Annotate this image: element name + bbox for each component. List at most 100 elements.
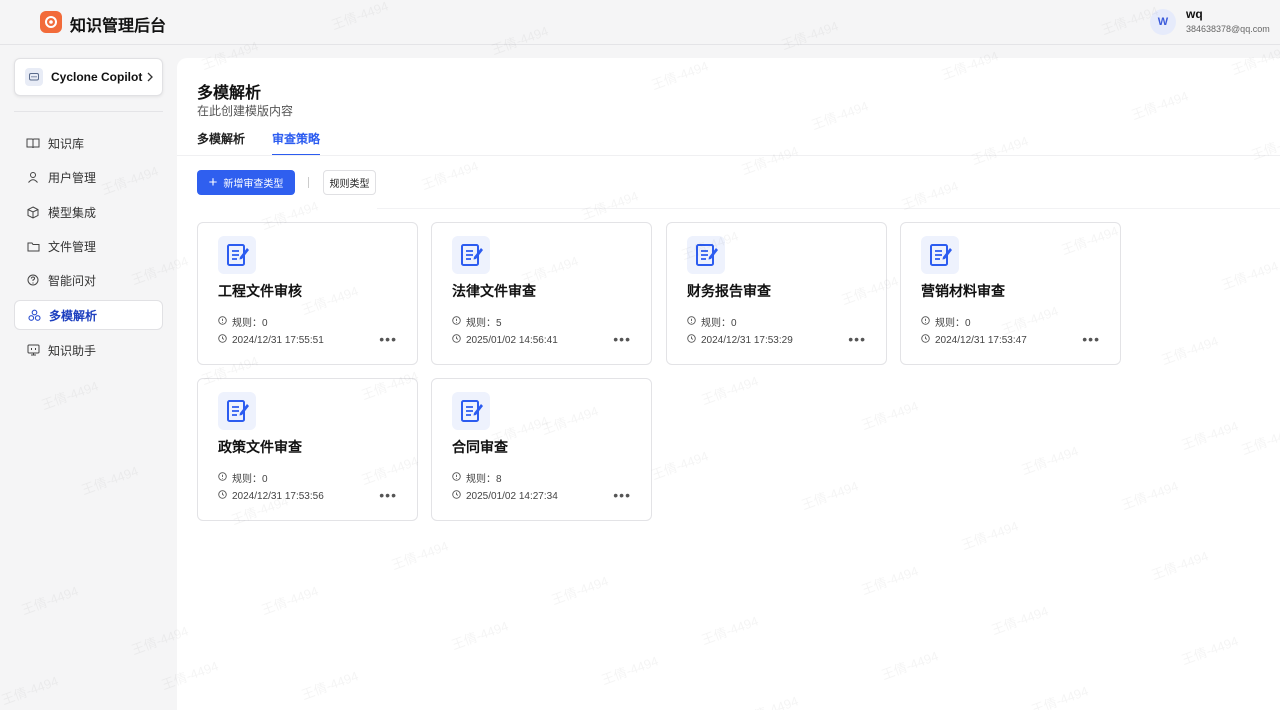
sidebar-item-models[interactable]: 模型集成	[14, 197, 163, 227]
rule-count-text: 规则：0	[701, 318, 737, 329]
chat-bubble-icon	[25, 68, 43, 86]
review-type-card[interactable]: 合同审查规则：8 2025/01/02 14:27:34 •••	[431, 378, 652, 521]
card-title: 营销材料审查	[921, 283, 1005, 299]
clock-icon	[921, 334, 930, 346]
sidebar-item-users[interactable]: 用户管理	[14, 162, 163, 192]
info-icon	[921, 315, 930, 328]
monitor-icon	[25, 342, 41, 358]
cube-icon	[25, 204, 41, 220]
book-icon	[25, 135, 41, 151]
page-subtitle: 在此创建模版内容	[197, 104, 294, 118]
app-title: 知识管理后台	[70, 18, 167, 35]
sidebar-item-multimodal[interactable]: 多模解析	[14, 300, 163, 330]
sidebar-item-label: 模型集成	[48, 205, 97, 220]
card-rule-count: 规则：0	[921, 314, 971, 329]
card-rule-count: 规则：5	[452, 314, 502, 329]
copilot-selector[interactable]: Cyclone Copilot	[14, 58, 163, 96]
sidebar: Cyclone Copilot 知识库 用户管理 模型集成 文件管理 智能问对 …	[0, 45, 177, 710]
rule-count-text: 规则：0	[232, 318, 268, 329]
timestamp-text: 2024/12/31 17:53:56	[232, 490, 324, 502]
folder-icon	[25, 238, 41, 254]
timestamp-text: 2024/12/31 17:55:51	[232, 334, 324, 346]
timestamp-text: 2025/01/02 14:56:41	[466, 334, 558, 346]
clock-icon	[218, 490, 227, 502]
more-options-icon[interactable]: •••	[379, 487, 397, 503]
more-options-icon[interactable]: •••	[379, 331, 397, 347]
more-options-icon[interactable]: •••	[1082, 331, 1100, 347]
tab-multimodal[interactable]: 多模解析	[197, 130, 245, 156]
card-title: 工程文件审核	[218, 283, 302, 299]
card-timestamp: 2024/12/31 17:53:56	[218, 490, 324, 502]
sidebar-item-label: 知识助手	[48, 343, 97, 358]
plus-icon: +	[208, 174, 218, 191]
sidebar-item-label: 文件管理	[48, 239, 97, 254]
document-edit-icon	[218, 392, 256, 430]
sidebar-item-assistant[interactable]: 知识助手	[14, 335, 163, 365]
more-options-icon[interactable]: •••	[613, 487, 631, 503]
copilot-label: Cyclone Copilot	[51, 70, 143, 84]
timestamp-text: 2024/12/31 17:53:29	[701, 334, 793, 346]
document-edit-icon	[452, 236, 490, 274]
sidebar-item-knowledge-base[interactable]: 知识库	[14, 128, 163, 158]
tab-bar: 多模解析 审查策略	[197, 130, 347, 156]
card-rule-count: 规则：0	[218, 314, 268, 329]
toolbar-divider	[377, 208, 1280, 209]
app-logo[interactable]	[40, 11, 62, 33]
info-icon	[452, 315, 461, 328]
sidebar-item-files[interactable]: 文件管理	[14, 231, 163, 261]
rule-type-button[interactable]: 规则类型	[323, 170, 376, 195]
sidebar-divider	[14, 111, 163, 112]
review-type-card[interactable]: 工程文件审核规则：0 2024/12/31 17:55:51 •••	[197, 222, 418, 365]
top-bar: 知识管理后台 W wq 384638378@qq.com	[0, 0, 1280, 45]
clock-icon	[452, 490, 461, 502]
review-type-card[interactable]: 财务报告审查规则：0 2024/12/31 17:53:29 •••	[666, 222, 887, 365]
card-title: 政策文件审查	[218, 439, 302, 455]
user-name: wq	[1186, 7, 1203, 21]
document-edit-icon	[452, 392, 490, 430]
card-title: 法律文件审查	[452, 283, 536, 299]
document-edit-icon	[687, 236, 725, 274]
rule-count-text: 规则：8	[466, 474, 502, 485]
review-type-card[interactable]: 法律文件审查 规则：5 2025/01/02 14:56:41 •••	[431, 222, 652, 365]
multi-node-icon	[26, 307, 42, 323]
add-review-type-button[interactable]: + 新增审查类型	[197, 170, 295, 195]
question-icon	[25, 272, 41, 288]
card-timestamp: 2024/12/31 17:55:51	[218, 334, 324, 346]
info-icon	[218, 315, 227, 328]
card-timestamp: 2025/01/02 14:56:41	[452, 334, 558, 346]
more-options-icon[interactable]: •••	[613, 331, 631, 347]
document-edit-icon	[921, 236, 959, 274]
chevron-right-icon	[146, 70, 154, 88]
card-timestamp: 2024/12/31 17:53:29	[687, 334, 793, 346]
card-title: 合同审查	[452, 439, 508, 455]
clock-icon	[218, 334, 227, 346]
timestamp-text: 2025/01/02 14:27:34	[466, 490, 558, 502]
add-review-type-label: 新增审查类型	[223, 179, 284, 190]
info-icon	[687, 315, 696, 328]
rule-count-text: 规则：0	[232, 474, 268, 485]
review-type-card[interactable]: 营销材料审查规则：0 2024/12/31 17:53:47 •••	[900, 222, 1121, 365]
user-icon	[25, 169, 41, 185]
card-title: 财务报告审查	[687, 283, 771, 299]
sidebar-item-qa[interactable]: 智能问对	[14, 265, 163, 295]
review-type-card[interactable]: 政策文件审查规则：0 2024/12/31 17:53:56 •••	[197, 378, 418, 521]
card-rule-count: 规则：8	[452, 470, 502, 485]
tabs-divider	[177, 155, 1280, 156]
card-timestamp: 2024/12/31 17:53:47	[921, 334, 1027, 346]
card-timestamp: 2025/01/02 14:27:34	[452, 490, 558, 502]
user-email: 384638378@qq.com	[1186, 24, 1270, 34]
clock-icon	[687, 334, 696, 346]
logo-icon	[45, 16, 57, 28]
tab-review-strategy[interactable]: 审查策略	[272, 130, 321, 156]
avatar[interactable]: W	[1150, 9, 1176, 35]
toolbar-separator	[308, 177, 309, 188]
more-options-icon[interactable]: •••	[848, 331, 866, 347]
card-rule-count: 规则：0	[218, 470, 268, 485]
clock-icon	[452, 334, 461, 346]
page-title: 多模解析	[197, 85, 262, 102]
sidebar-item-label: 多模解析	[49, 308, 98, 323]
sidebar-item-label: 智能问对	[48, 273, 97, 288]
card-rule-count: 规则：0	[687, 314, 737, 329]
main-panel: 多模解析 在此创建模版内容 多模解析 审查策略 + 新增审查类型 规则类型 工程…	[177, 58, 1280, 710]
rule-count-text: 规则：0	[935, 318, 971, 329]
